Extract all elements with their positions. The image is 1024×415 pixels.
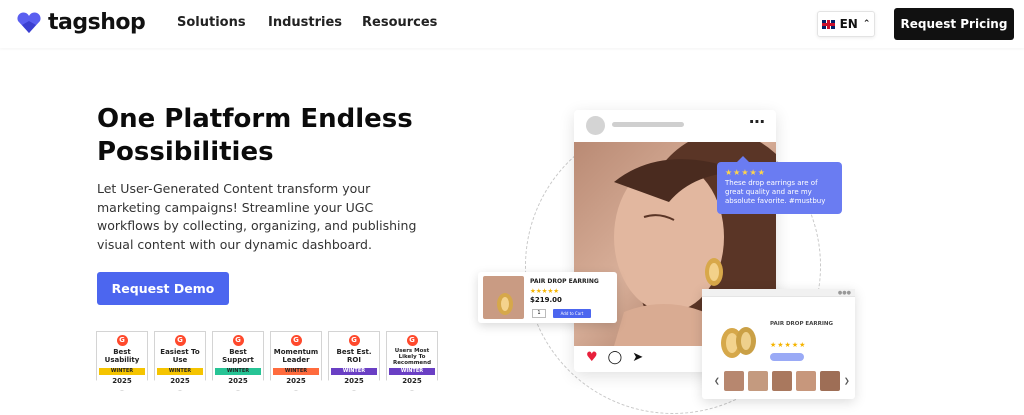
review-bubble: ★★★★★ These drop earrings are of great q… [717, 156, 842, 214]
g2-logo-icon: G [116, 335, 128, 346]
thumbnail[interactable] [747, 371, 768, 391]
top-navigation: tagshop Solutions Industries Resources E… [0, 0, 1024, 48]
badge-year: 2025 [112, 377, 132, 385]
window-bar: ●●● [702, 289, 855, 297]
chevron-right-icon[interactable]: ❯ [844, 377, 850, 385]
thumbnail[interactable] [723, 371, 744, 391]
badge-season: WINTER [215, 368, 261, 375]
badge-year: 2025 [402, 377, 422, 385]
g2-badges: G Best Usability WINTER 2025 G Easiest T… [96, 331, 438, 391]
panel-product-name: PAIR DROP EARRING [770, 321, 834, 327]
badge-year: 2025 [170, 377, 190, 385]
comment-icon[interactable]: ◯ [608, 350, 623, 365]
chevron-up-icon: ⌃ [862, 19, 871, 29]
badge-title: Easiest To Use [160, 348, 200, 364]
badge-season: WINTER [273, 368, 319, 375]
product-thumbnail [483, 276, 524, 319]
language-selector[interactable]: EN ⌃ [817, 11, 875, 37]
g2-badge: G Users Most Likely To Recommend WINTER … [386, 331, 438, 391]
g2-logo-icon: G [232, 335, 244, 346]
chevron-left-icon[interactable]: ❮ [714, 377, 720, 385]
g2-badge: G Momentum Leader WINTER 2025 [270, 331, 322, 391]
badge-year: 2025 [228, 377, 248, 385]
badge-season: WINTER [389, 368, 435, 375]
hero-title: One Platform Endless Possibilities [97, 104, 413, 167]
g2-badge: G Best Est. ROI WINTER 2025 [328, 331, 380, 391]
g2-badge: G Best Usability WINTER 2025 [96, 331, 148, 391]
thumbnail[interactable] [795, 371, 816, 391]
earring-image [721, 327, 756, 358]
panel-cta-button[interactable] [770, 353, 804, 361]
request-pricing-button[interactable]: Request Pricing [894, 8, 1014, 40]
heart-logo-icon [17, 11, 41, 33]
thumbnail[interactable] [771, 371, 792, 391]
language-label: EN [839, 17, 858, 31]
badge-title: Momentum Leader [273, 348, 319, 364]
g2-logo-icon: G [348, 335, 360, 346]
badge-year: 2025 [344, 377, 364, 385]
review-text: These drop earrings are of great quality… [725, 179, 826, 205]
add-to-cart-button[interactable]: Add to Cart [553, 309, 591, 318]
avatar [586, 116, 605, 135]
badge-title: Best Usability [104, 348, 140, 364]
window-controls-icon: ●●● [837, 290, 851, 296]
product-price: $219.00 [530, 296, 562, 304]
send-icon[interactable]: ➤ [632, 350, 643, 365]
thumbnail[interactable] [819, 371, 840, 391]
badge-title: Users Most Likely To Recommend [392, 348, 432, 366]
brand-name: tagshop [48, 10, 146, 35]
product-card: PAIR DROP EARRING ★★★★★ $219.00 1 Add to… [478, 272, 617, 323]
heart-icon[interactable]: ♥ [586, 350, 598, 365]
nav-industries[interactable]: Industries [268, 15, 342, 30]
badge-title: Best Est. ROI [336, 348, 372, 364]
g2-logo-icon: G [174, 335, 186, 346]
nav-resources[interactable]: Resources [362, 15, 437, 30]
review-stars: ★★★★★ [725, 168, 766, 177]
g2-logo-icon: G [406, 335, 418, 346]
product-widget-panel: ●●● PAIR DROP EARRING ★★★★★ ❮ ❯ [702, 289, 855, 399]
badge-title: Best Support [222, 348, 254, 364]
g2-logo-icon: G [290, 335, 302, 346]
username-placeholder [612, 122, 684, 127]
hero-description: Let User-Generated Content transform you… [97, 181, 417, 252]
product-name: PAIR DROP EARRING [530, 278, 599, 285]
badge-year: 2025 [286, 377, 306, 385]
post-actions: ♥ ◯ ➤ [586, 350, 643, 365]
panel-stars: ★★★★★ [770, 341, 807, 349]
badge-season: WINTER [157, 368, 203, 375]
more-options-icon[interactable]: ⋯ [749, 112, 766, 131]
badge-season: WINTER [331, 368, 377, 375]
uk-flag-icon [821, 19, 835, 29]
nav-solutions[interactable]: Solutions [177, 15, 246, 30]
g2-badge: G Best Support WINTER 2025 [212, 331, 264, 391]
thumbnail-carousel: ❮ ❯ [714, 371, 850, 391]
badge-season: WINTER [99, 368, 145, 375]
g2-badge: G Easiest To Use WINTER 2025 [154, 331, 206, 391]
product-stars: ★★★★★ [530, 287, 560, 295]
request-demo-button[interactable]: Request Demo [97, 272, 229, 305]
brand-logo[interactable]: tagshop [16, 10, 146, 35]
quantity-field[interactable]: 1 [532, 309, 546, 318]
